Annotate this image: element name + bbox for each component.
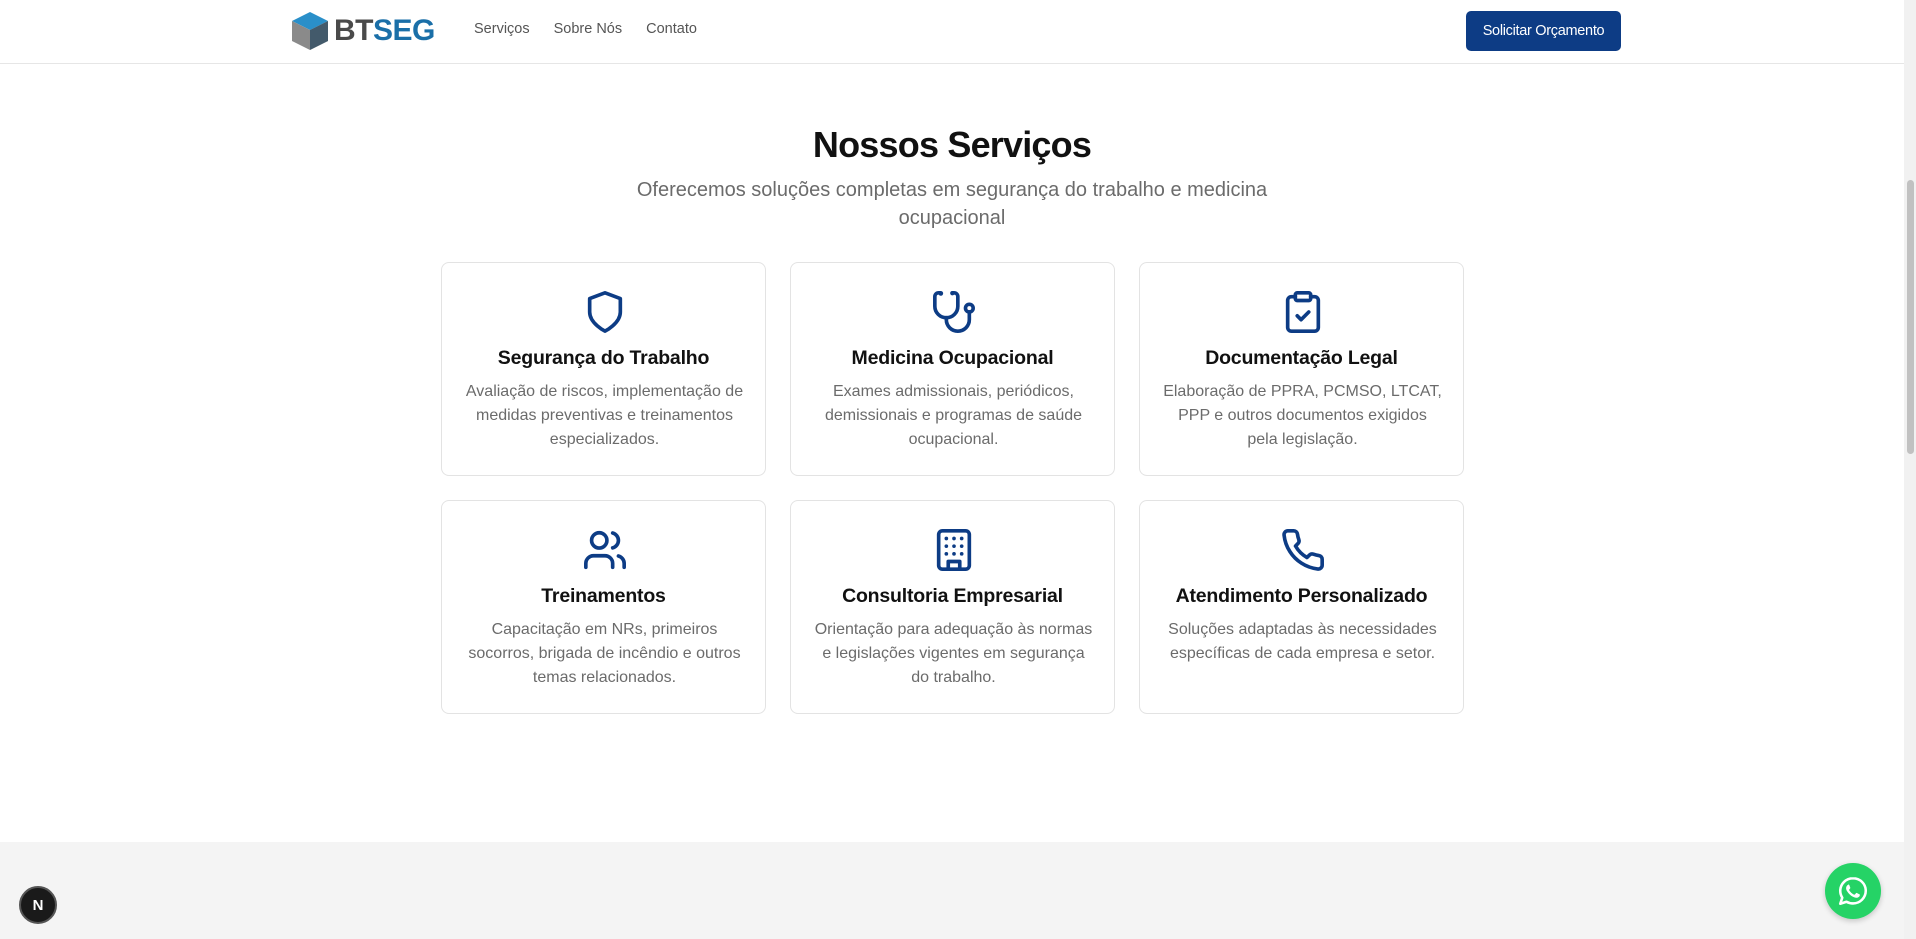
section-subtitle: Oferecemos soluções completas em seguran… [636,179,1268,229]
whatsapp-icon [1838,876,1868,906]
card-title: Medicina Ocupacional [851,347,1054,369]
phone-icon [1282,529,1324,571]
card-description: Elaboração de PPRA, PCMSO, LTCAT, PPP e … [1163,383,1442,448]
next-section-band [0,842,1904,939]
users-icon [584,530,626,570]
card-description: Orientação para adequação às normas e le… [814,621,1093,686]
service-card-atendimento: Atendimento Personalizado Soluções adapt… [1139,500,1464,714]
scrollbar-thumb[interactable] [1907,180,1914,454]
request-quote-button[interactable]: Solicitar Orçamento [1466,11,1621,51]
card-title: Atendimento Personalizado [1175,585,1428,607]
card-description: Soluções adaptadas às necessidades espec… [1168,621,1437,662]
page: BTSEG Serviços Sobre Nós Contato Solicit… [0,0,1916,939]
building-icon [936,529,972,571]
main-nav: Serviços Sobre Nós Contato [474,21,697,37]
card-title: Treinamentos [541,585,666,607]
service-card-seguranca: Segurança do Trabalho Avaliação de risco… [441,262,766,476]
card-title: Consultoria Empresarial [842,585,1063,607]
site-header: BTSEG Serviços Sobre Nós Contato Solicit… [0,0,1904,64]
card-description: Exames admissionais, periódicos, demissi… [824,383,1083,448]
card-title: Documentação Legal [1205,347,1398,369]
nav-sobre-nos[interactable]: Sobre Nós [554,21,623,37]
service-card-medicina: Medicina Ocupacional Exames admissionais… [790,262,1115,476]
card-description: Capacitação em NRs, primeiros socorros, … [468,621,741,686]
service-card-treinamentos: Treinamentos Capacitação em NRs, primeir… [441,500,766,714]
logo-bt: BT [334,14,374,47]
section-title: Nossos Serviços [812,124,1092,165]
service-card-consultoria: Consultoria Empresarial Orientação para … [790,500,1115,714]
card-description: Avaliação de riscos, implementação de me… [465,383,744,448]
cube-logo-icon [292,12,328,50]
nav-contato[interactable]: Contato [646,21,697,37]
nav-servicos[interactable]: Serviços [474,21,530,37]
whatsapp-button[interactable] [1825,863,1881,919]
stethoscope-icon [933,291,975,333]
logo-text: BTSEG [334,16,435,46]
logo[interactable]: BTSEG [290,8,435,54]
clipboard-check-icon [1285,291,1321,333]
dev-tools-badge[interactable]: N [19,886,57,924]
service-card-documentacao: Documentação Legal Elaboração de PPRA, P… [1139,262,1464,476]
page-scrollbar[interactable] [1904,0,1916,939]
logo-seg: SEG [373,14,435,47]
card-title: Segurança do Trabalho [497,347,710,369]
shield-icon [587,291,623,333]
